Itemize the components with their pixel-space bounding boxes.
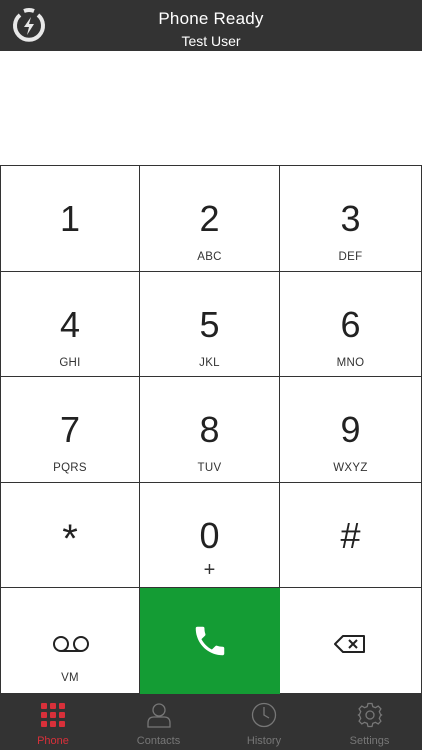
key-digit: 1 (59, 198, 81, 239)
header-bar: Phone Ready Test User (0, 0, 422, 51)
key-letters: ABC (197, 251, 222, 263)
backspace-button[interactable] (280, 588, 422, 694)
key-3[interactable]: 3 DEF (280, 166, 422, 272)
key-hash[interactable]: # (280, 482, 422, 589)
gear-icon (356, 702, 383, 728)
user-name: Test User (181, 33, 241, 49)
key-plus-label: + (203, 558, 216, 581)
key-digit: # (340, 514, 361, 556)
dial-keypad: 1 2 ABC 3 DEF 4 GHI 5 JKL 6 MNO 7 PQRS 8… (0, 165, 422, 694)
tab-settings[interactable]: Settings (317, 694, 422, 750)
key-digit: 3 (340, 198, 361, 239)
status-title: Phone Ready (158, 9, 264, 28)
key-letters: PQRS (53, 462, 87, 475)
key-6[interactable]: 6 MNO (280, 271, 422, 378)
clock-icon (251, 702, 277, 728)
key-5[interactable]: 5 JKL (140, 271, 280, 378)
voicemail-icon (53, 636, 89, 653)
tab-contacts[interactable]: Contacts (106, 694, 211, 750)
key-digit: 9 (340, 409, 361, 451)
tab-phone[interactable]: Phone (0, 694, 106, 750)
key-digit: 2 (199, 198, 220, 239)
key-8[interactable]: 8 TUV (140, 377, 280, 483)
key-2[interactable]: 2 ABC (140, 166, 280, 272)
key-digit: 8 (199, 409, 220, 451)
tab-history[interactable]: History (211, 694, 317, 750)
tab-bar: Phone Contacts History Settings (0, 694, 422, 750)
key-letters: MNO (336, 356, 365, 369)
key-7[interactable]: 7 PQRS (0, 377, 140, 483)
key-letters: DEF (338, 251, 363, 263)
key-4[interactable]: 4 GHI (0, 271, 140, 378)
voicemail-button[interactable]: VM (0, 588, 140, 694)
key-digit: * (62, 516, 78, 561)
voicemail-label: VM (61, 672, 79, 685)
key-letters: TUV (197, 462, 222, 475)
number-display (0, 51, 422, 166)
keypad-grid-icon (41, 703, 65, 727)
tab-label: Contacts (136, 735, 181, 747)
key-letters: GHI (59, 356, 81, 369)
key-digit: 0 (199, 514, 220, 556)
call-button[interactable] (140, 588, 280, 694)
key-digit: 7 (59, 409, 81, 451)
key-digit: 4 (59, 303, 81, 345)
key-digit: 6 (340, 303, 361, 345)
key-letters: JKL (199, 356, 220, 369)
key-1[interactable]: 1 (0, 166, 140, 272)
phone-icon (195, 627, 225, 656)
key-star[interactable]: * (0, 482, 140, 589)
tab-label: Phone (37, 735, 69, 747)
person-icon (146, 703, 171, 728)
tab-label: History (246, 735, 282, 747)
key-digit: 5 (199, 303, 220, 345)
tab-label: Settings (349, 735, 390, 747)
backspace-icon (334, 635, 365, 654)
key-letters: WXYZ (333, 462, 368, 475)
key-9[interactable]: 9 WXYZ (280, 377, 422, 483)
key-0[interactable]: 0 + (140, 482, 280, 589)
